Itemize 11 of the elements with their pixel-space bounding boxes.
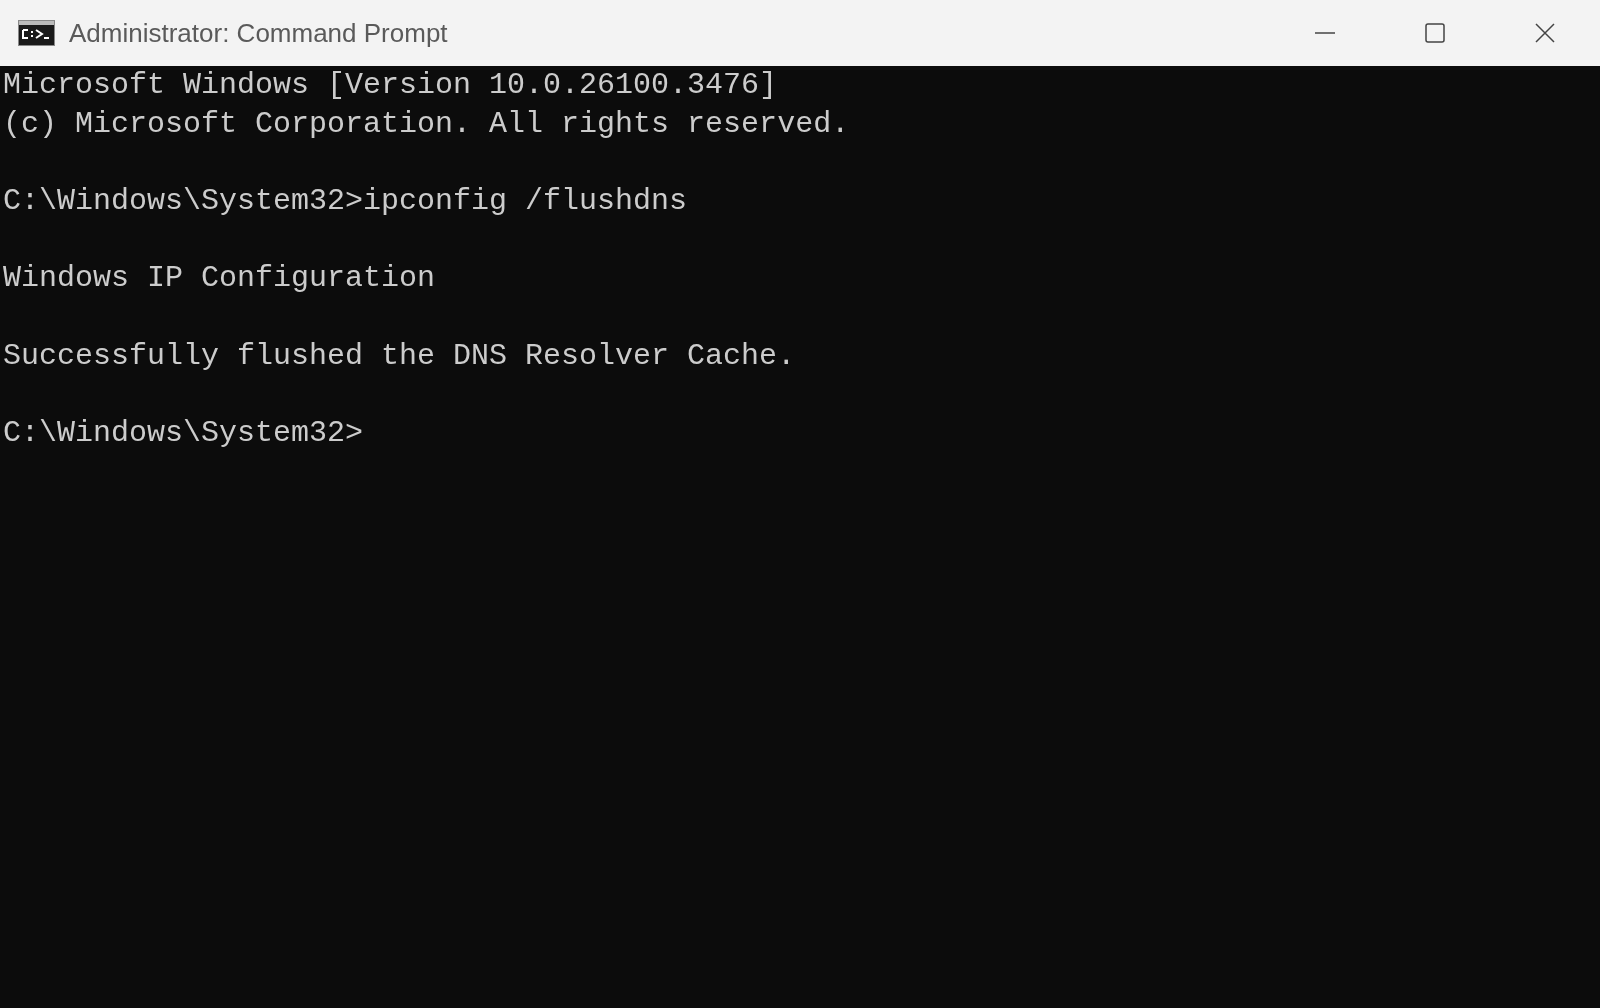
console-line: C:\Windows\System32>ipconfig /flushdns bbox=[3, 183, 688, 221]
console-line: (c) Microsoft Corporation. All rights reserved. bbox=[3, 105, 850, 143]
console-line: C:\Windows\System32> bbox=[3, 415, 364, 453]
console-line: Windows IP Configuration bbox=[3, 260, 436, 298]
close-icon bbox=[1534, 22, 1556, 44]
terminal-icon bbox=[18, 20, 55, 46]
window-title: Administrator: Command Prompt bbox=[69, 17, 449, 49]
maximize-icon bbox=[1424, 22, 1446, 44]
console-line: Microsoft Windows [Version 10.0.26100.3476] bbox=[3, 67, 778, 104]
console-line: Successfully flushed the DNS Resolver Cache. bbox=[3, 337, 796, 375]
minimize-icon bbox=[1314, 32, 1336, 34]
